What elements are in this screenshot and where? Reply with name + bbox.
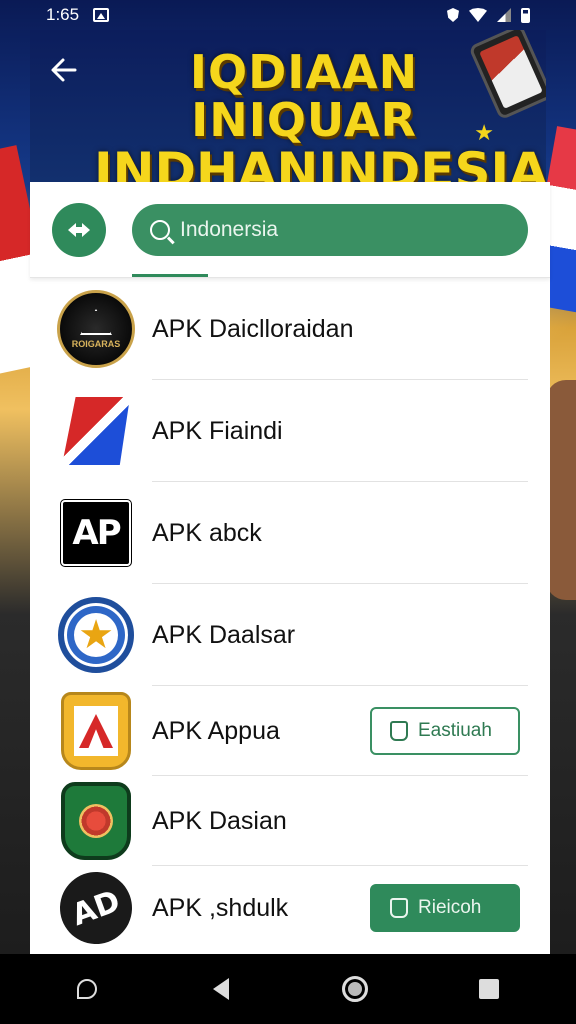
home-circle-icon [342,976,368,1002]
wifi-icon [469,8,487,22]
red-blue-flag-logo-icon [56,391,136,471]
app-name: APK Appua [152,716,280,745]
search-box[interactable] [132,204,528,256]
app-name: APK Dasian [152,806,287,835]
status-bar: 1:65 [0,0,576,30]
back-triangle-icon [213,978,229,1000]
list-item[interactable]: AD APK ,shdulk Rieicoh [30,861,550,955]
app-name: APK Fiaindi [152,416,283,445]
install-button[interactable]: Eastiuah [370,707,520,755]
search-icon [150,220,170,240]
list-item[interactable]: ROIGARAS APK Daiclloraidan [30,278,550,380]
open-button[interactable]: Rieicoh [370,884,520,932]
green-badge-logo-icon [56,781,136,861]
list-item[interactable]: AP APK abck [30,482,550,584]
filter-button[interactable] [52,202,106,257]
app-name: APK Daiclloraidan [152,314,354,343]
header-banner: IQDIAAN INIQUAR INDHANINDESIA ★ [30,30,546,182]
arrow-left-icon [51,58,77,82]
banner-title-line1: IQDIAAN INIQUAR [189,45,419,148]
image-icon [93,8,110,22]
back-button[interactable] [44,50,84,90]
clock: 1:65 [46,5,80,24]
tab-indicator [132,274,208,277]
list-item[interactable]: APK Dasian [30,776,550,866]
nav-recents-button[interactable] [464,964,514,1014]
signal-icon [497,8,511,22]
ap-black-logo-icon: AP [56,493,136,573]
battery-icon [521,7,530,23]
app-panel: ROIGARAS APK Daiclloraidan APK Fiaindi A… [30,182,550,955]
app-name: APK abck [152,518,262,547]
nav-back-button[interactable] [196,964,246,1014]
open-button-label: Rieicoh [418,897,482,918]
banner-title-line2: INDHANINDESIA [94,141,546,182]
install-button-label: Eastiuah [418,720,492,741]
navigation-bar [0,954,576,1024]
assistant-icon [77,979,97,999]
assistant-button[interactable] [62,964,112,1014]
recents-square-icon [479,979,499,999]
dark-ap-circle-logo-icon: AD [49,861,143,955]
search-input[interactable] [180,218,500,242]
list-item[interactable]: APK Appua Eastiuah [30,686,550,776]
shield-icon [447,8,459,22]
list-item[interactable]: APK Fiaindi [30,380,550,482]
person-silhouette [546,380,576,600]
app-list: ROIGARAS APK Daiclloraidan APK Fiaindi A… [30,278,550,955]
search-row [30,182,550,278]
app-name: APK ,shdulk [152,893,289,922]
swap-arrows-icon [68,222,90,237]
dark-circle-logo-icon: ROIGARAS [56,289,136,369]
gold-shield-logo-icon [56,691,136,771]
download-icon [390,721,408,741]
blue-star-badge-logo-icon: ★ [56,595,136,675]
list-item[interactable]: ★ APK Daalsar [30,584,550,686]
logo-text: ROIGARAS [71,339,121,349]
banner-title: IQDIAAN INIQUAR INDHANINDESIA [94,45,546,182]
app-name: APK Daalsar [152,620,296,649]
star-icon: ★ [474,120,494,145]
nav-home-button[interactable] [330,964,380,1014]
download-icon [390,898,408,918]
